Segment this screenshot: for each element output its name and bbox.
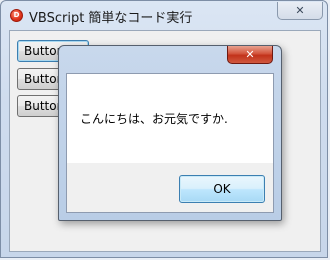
main-titlebar[interactable]: D VBScript 簡単なコード実行 ✕ <box>1 1 329 29</box>
message-text: こんにちは、お元気ですか. <box>80 112 228 126</box>
ok-button[interactable]: OK <box>179 175 265 203</box>
message-box-dialog: ✕ こんにちは、お元気ですか. OK <box>58 45 282 221</box>
message-area: こんにちは、お元気ですか. <box>67 74 273 163</box>
window-title: VBScript 簡単なコード実行 <box>29 11 193 26</box>
app-icon[interactable]: D <box>10 9 23 22</box>
main-close-button[interactable]: ✕ <box>277 2 323 20</box>
dialog-close-button[interactable]: ✕ <box>227 46 273 64</box>
close-icon: ✕ <box>245 48 255 61</box>
dialog-content: こんにちは、お元気ですか. OK <box>66 73 274 213</box>
close-icon: ✕ <box>295 4 305 17</box>
